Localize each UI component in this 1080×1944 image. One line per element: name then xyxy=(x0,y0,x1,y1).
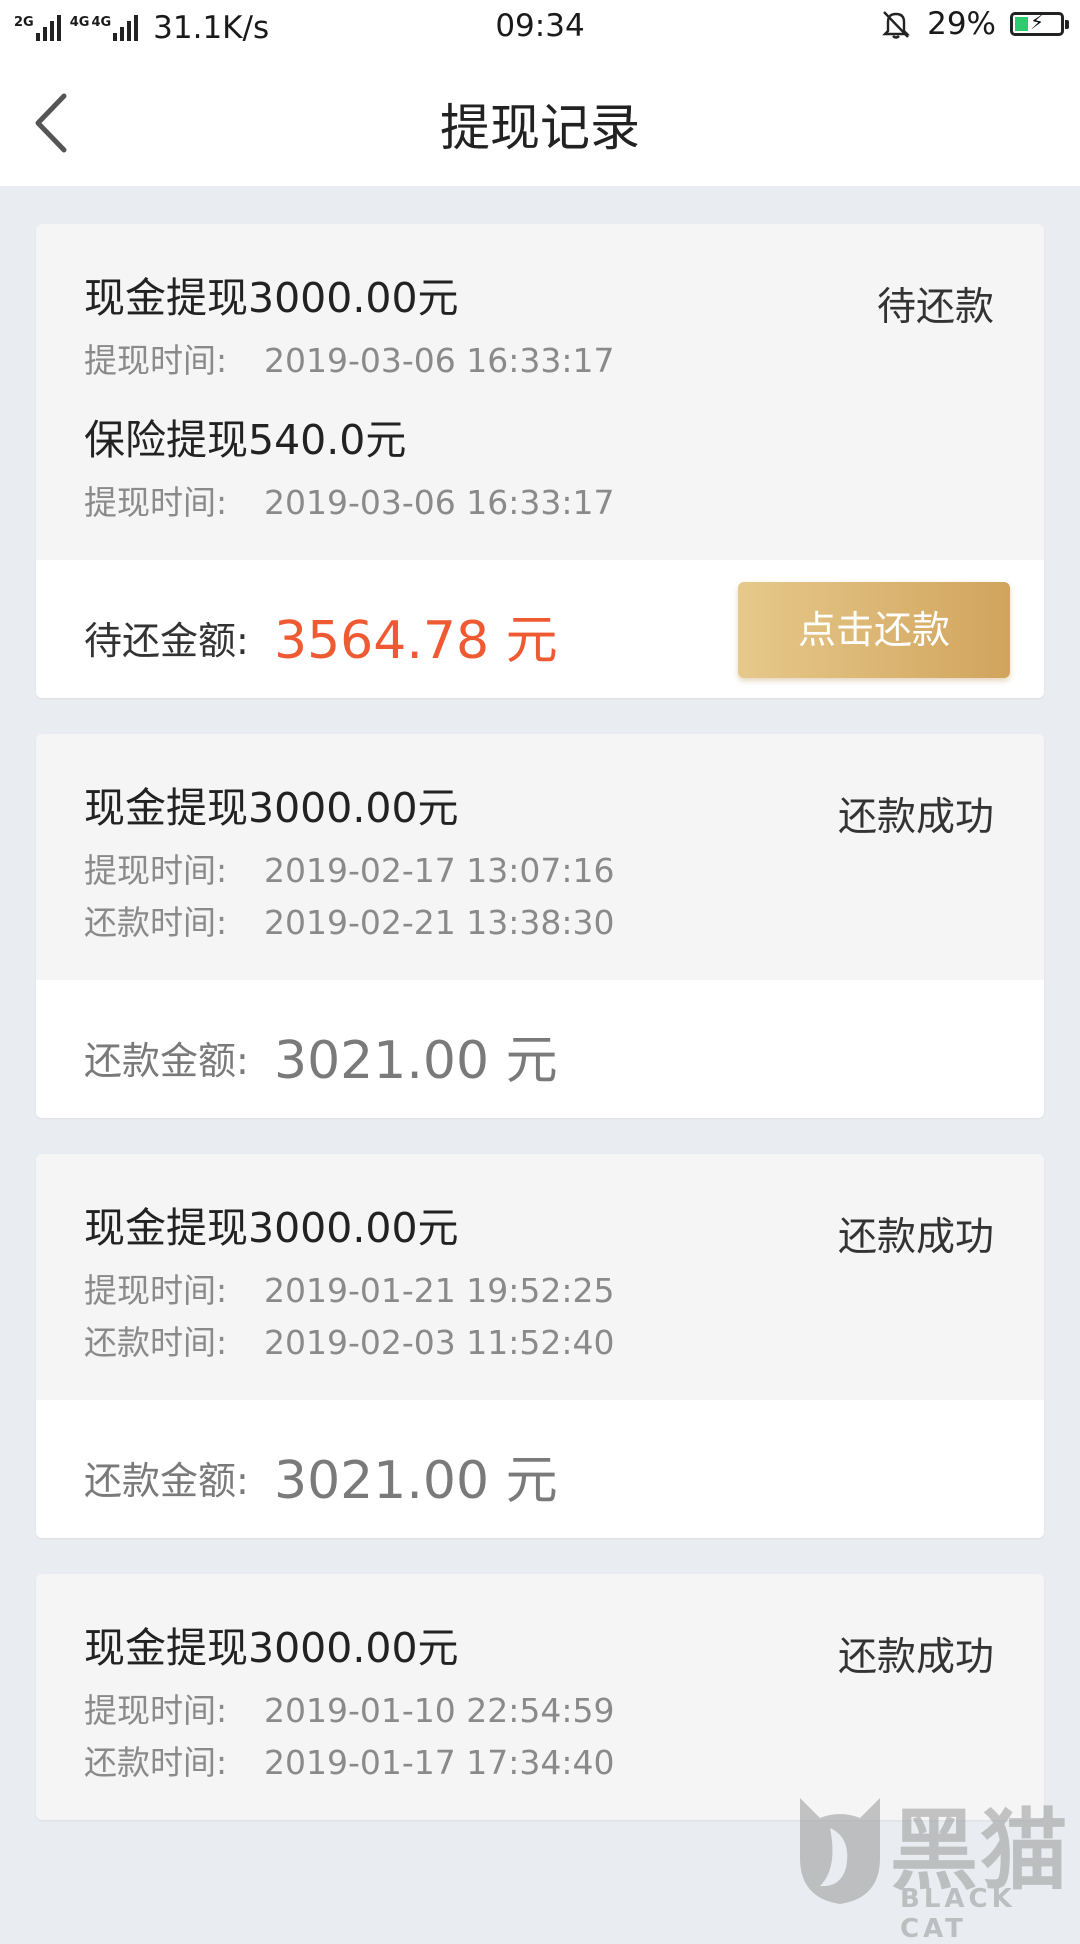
record-card-info: 现金提现3000.00元 还款成功 提现时间: 2019-02-17 13:07:… xyxy=(36,734,1044,980)
repay-time-row: 还款时间: 2019-02-21 13:38:30 xyxy=(84,900,996,946)
withdraw-time-value: 2019-01-10 22:54:59 xyxy=(264,1691,615,1730)
cat-head-logo-icon xyxy=(800,1798,880,1904)
withdraw-time-label: 提现时间: xyxy=(84,851,228,890)
withdraw-time-row: 提现时间: 2019-01-21 19:52:25 xyxy=(84,1268,996,1314)
repay-time-label: 还款时间: xyxy=(84,903,228,942)
record-card-amount: 还款金额: 3021.00 元 xyxy=(36,980,1044,1118)
amount-value: 3021.00 元 xyxy=(274,1451,558,1511)
record-card-amount: 还款金额: 3021.00 元 xyxy=(36,1400,1044,1538)
amount-value: 3564.78 元 xyxy=(274,611,558,671)
record-card-repaid: 现金提现3000.00元 还款成功 提现时间: 2019-02-17 13:07:… xyxy=(36,734,1044,1118)
amount-label: 还款金额: xyxy=(84,1039,249,1083)
record-card-pending: 现金提现3000.00元 待还款 提现时间: 2019-03-06 16:33:1… xyxy=(36,224,1044,698)
withdraw-time-label: 提现时间: xyxy=(84,341,228,380)
battery-icon: ⚡ xyxy=(1010,10,1069,36)
repay-time-value: 2019-02-03 11:52:40 xyxy=(264,1323,615,1362)
record-card-amount: 待还金额: 3564.78 元 点击还款 xyxy=(36,560,1044,698)
record-card-repaid: 现金提现3000.00元 还款成功 提现时间: 2019-01-21 19:52:… xyxy=(36,1154,1044,1538)
withdraw-time-value: 2019-03-06 16:33:17 xyxy=(264,341,615,380)
record-card-info: 现金提现3000.00元 还款成功 提现时间: 2019-01-21 19:52:… xyxy=(36,1154,1044,1400)
amount-value: 3021.00 元 xyxy=(274,1031,558,1091)
watermark: 黑猫 BLACK CAT xyxy=(790,1780,1080,1944)
extra-withdraw-time-row: 提现时间: 2019-03-06 16:33:17 xyxy=(84,480,996,526)
record-extra-title: 保险提现540.0元 xyxy=(84,416,407,464)
withdraw-time-value: 2019-02-17 13:07:16 xyxy=(264,851,615,890)
repay-time-value: 2019-02-21 13:38:30 xyxy=(264,903,615,942)
withdraw-time-row: 提现时间: 2019-02-17 13:07:16 xyxy=(84,848,996,894)
amount-label: 还款金额: xyxy=(84,1459,249,1503)
withdraw-time-label: 提现时间: xyxy=(84,483,228,522)
nav-bar: 提现记录 xyxy=(0,58,1080,186)
record-status: 还款成功 xyxy=(837,795,994,840)
status-bar: 2G 4G 4G 31.1K/s 09:34 29% ⚡ xyxy=(0,0,1080,58)
repay-time-label: 还款时间: xyxy=(84,1743,228,1782)
withdraw-time-row: 提现时间: 2019-01-10 22:54:59 xyxy=(84,1688,996,1734)
status-right: 29% ⚡ xyxy=(879,6,1069,42)
battery-percent: 29% xyxy=(927,6,996,42)
watermark-subtext: BLACK CAT xyxy=(900,1884,1016,1944)
record-status: 还款成功 xyxy=(837,1215,994,1260)
withdraw-time-row: 提现时间: 2019-03-06 16:33:17 xyxy=(84,338,996,384)
record-status: 待还款 xyxy=(876,285,994,330)
withdrawal-record-list: 现金提现3000.00元 待还款 提现时间: 2019-03-06 16:33:1… xyxy=(36,224,1044,1856)
repay-button[interactable]: 点击还款 xyxy=(738,582,1010,678)
repay-time-label: 还款时间: xyxy=(84,1323,228,1362)
bell-muted-icon xyxy=(882,11,910,39)
repay-time-value: 2019-01-17 17:34:40 xyxy=(264,1743,615,1782)
record-status: 还款成功 xyxy=(837,1635,994,1680)
withdraw-time-label: 提现时间: xyxy=(84,1691,228,1730)
withdraw-time-value: 2019-01-21 19:52:25 xyxy=(264,1271,615,1310)
repay-time-row: 还款时间: 2019-02-03 11:52:40 xyxy=(84,1320,996,1366)
record-card-info: 现金提现3000.00元 待还款 提现时间: 2019-03-06 16:33:1… xyxy=(36,224,1044,560)
amount-label: 待还金额: xyxy=(84,619,249,663)
record-title: 现金提现3000.00元 xyxy=(84,274,459,322)
page-title: 提现记录 xyxy=(440,99,640,157)
charging-bolt-icon: ⚡ xyxy=(1029,10,1045,34)
withdraw-time-value: 2019-03-06 16:33:17 xyxy=(264,483,615,522)
withdraw-time-label: 提现时间: xyxy=(84,1271,228,1310)
